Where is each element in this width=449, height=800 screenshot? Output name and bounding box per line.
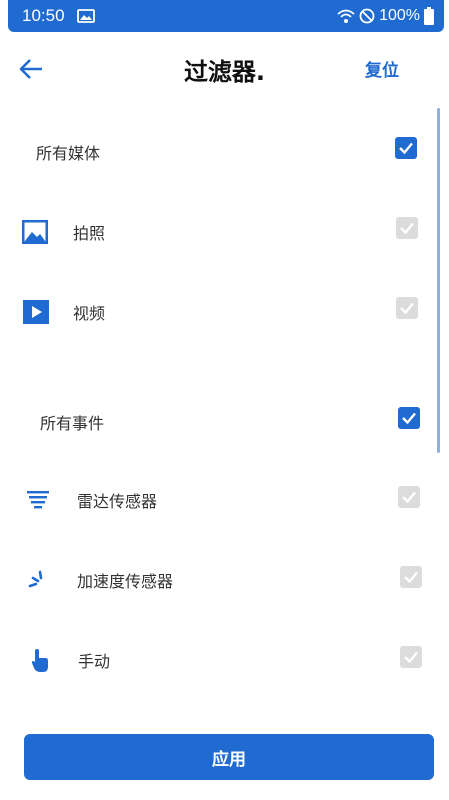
do-not-disturb-icon [359, 8, 375, 24]
all-events-row[interactable]: 所有事件 [0, 392, 449, 452]
video-icon [23, 300, 49, 324]
reset-button[interactable]: 复位 [365, 56, 399, 81]
event-item-radar[interactable]: 雷达传感器 [0, 470, 449, 530]
status-time: 10:50 [22, 6, 65, 25]
media-item-label: 视频 [73, 304, 106, 323]
photo-icon [22, 220, 48, 244]
top-app-bar: 过滤器. 复位 [0, 32, 449, 104]
apply-button[interactable]: 应用 [24, 734, 434, 780]
image-notification-icon [76, 9, 95, 23]
all-media-checkbox[interactable] [395, 137, 417, 159]
hand-tap-icon [31, 649, 48, 672]
media-item-video[interactable]: 视频 [0, 282, 449, 342]
media-item-photo[interactable]: 拍照 [0, 202, 449, 262]
media-item-label: 拍照 [73, 224, 106, 243]
battery-icon [424, 7, 434, 25]
all-events-checkbox[interactable] [398, 407, 420, 429]
status-bar: 10:50 100% [8, 0, 444, 32]
all-media-label: 所有媒体 [36, 144, 101, 163]
event-item-accelerometer[interactable]: 加速度传感器 [0, 550, 449, 610]
manual-checkbox[interactable] [400, 646, 422, 668]
radar-icon [27, 491, 49, 509]
all-media-row[interactable]: 所有媒体 [0, 122, 449, 182]
battery-percent: 100% [379, 7, 420, 24]
event-item-manual[interactable]: 手动 [0, 630, 449, 690]
all-events-label: 所有事件 [40, 414, 105, 433]
photo-checkbox[interactable] [396, 217, 418, 239]
event-item-label: 加速度传感器 [77, 572, 174, 591]
event-item-label: 手动 [78, 652, 111, 671]
video-checkbox[interactable] [396, 297, 418, 319]
wifi-icon [337, 9, 355, 23]
status-right: 100% [337, 7, 434, 25]
accelerometer-icon [28, 570, 43, 588]
accelerometer-checkbox[interactable] [400, 566, 422, 588]
radar-checkbox[interactable] [398, 486, 420, 508]
event-item-label: 雷达传感器 [77, 492, 158, 511]
